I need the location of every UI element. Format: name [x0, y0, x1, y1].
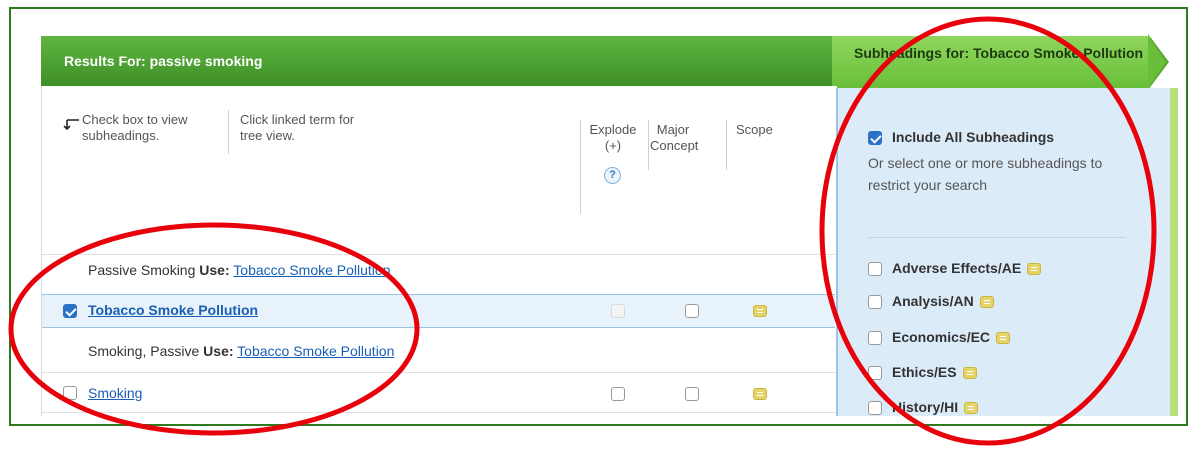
include-all-label: Include All Subheadings: [892, 129, 1055, 145]
row-divider: [42, 412, 835, 413]
arrow-left-icon: [63, 119, 79, 131]
scope-column-header: Scope: [736, 122, 773, 137]
row-divider: [42, 254, 835, 255]
entry-term-row: Smoking, Passive Use: Tobacco Smoke Poll…: [88, 343, 688, 359]
results-header-title: Results For: passive smoking: [64, 53, 263, 69]
subheading-item[interactable]: Economics/EC: [868, 329, 1011, 346]
use-label: Use:: [203, 343, 234, 359]
scope-note-icon[interactable]: [979, 296, 994, 309]
subheading-label: Economics/EC: [892, 329, 991, 345]
subheadings-header: Subheadings for: Tobacco Smoke Pollution: [832, 36, 1150, 88]
subheading-label: Analysis/AN: [892, 293, 974, 309]
major-concept-checkbox[interactable]: [685, 304, 699, 318]
tobacco-smoke-pollution-term-link[interactable]: Tobacco Smoke Pollution: [88, 302, 258, 318]
entry-term-label: Smoking, Passive: [88, 343, 204, 359]
scope-note-icon[interactable]: [996, 332, 1011, 345]
click-term-instructions: Click linked term for tree view.: [240, 112, 355, 143]
explode-checkbox[interactable]: [611, 387, 625, 401]
subheadings-arrow: [1148, 36, 1166, 88]
entry-term-row: Passive Smoking Use: Tobacco Smoke Pollu…: [88, 262, 688, 278]
include-all-checkbox[interactable]: [868, 131, 882, 146]
subheading-label: Ethics/ES: [892, 364, 957, 380]
subheadings-instructions: Or select one or more subheadings to res…: [868, 155, 1103, 193]
check-box-instructions: Check box to view subheadings.: [82, 112, 188, 143]
subheading-item[interactable]: History/HI: [868, 399, 979, 416]
tobacco-smoke-pollution-link[interactable]: Tobacco Smoke Pollution: [233, 262, 390, 278]
help-icon-label: ?: [609, 169, 616, 181]
scope-note-icon[interactable]: [1027, 263, 1042, 276]
subheadings-header-title: Subheadings for: Tobacco Smoke Pollution: [854, 45, 1144, 61]
subheading-checkbox[interactable]: [868, 366, 882, 381]
explode-checkbox: [611, 304, 625, 318]
explode-column-header: Explode (+): [589, 122, 637, 153]
results-header: Results For: passive smoking: [41, 36, 841, 86]
smoking-term-link[interactable]: Smoking: [88, 385, 142, 401]
tobacco-smoke-pollution-link[interactable]: Tobacco Smoke Pollution: [237, 343, 394, 359]
subheading-label: Adverse Effects/AE: [892, 260, 1022, 276]
panel-edge-bar: [1170, 88, 1178, 416]
explode-column-divider: [580, 120, 581, 214]
subheading-item[interactable]: Analysis/AN: [868, 293, 994, 310]
subheading-label: History/HI: [892, 399, 959, 415]
subheading-item[interactable]: Adverse Effects/AE: [868, 260, 1042, 277]
subheading-checkbox[interactable]: [868, 262, 882, 277]
subheading-checkbox[interactable]: [868, 401, 882, 416]
major-column-divider: [648, 120, 649, 170]
instructions-divider: [228, 110, 229, 154]
help-icon[interactable]: ?: [604, 167, 621, 184]
row-divider: [42, 372, 835, 373]
scope-note-icon[interactable]: [753, 388, 767, 400]
subheading-item[interactable]: Ethics/ES: [868, 364, 977, 381]
scope-column-divider: [726, 120, 727, 170]
include-all-subheadings-option[interactable]: Include All Subheadings: [868, 129, 1055, 146]
major-concept-checkbox[interactable]: [685, 387, 699, 401]
major-concept-column-header: Major Concept: [650, 122, 699, 153]
scope-note-icon[interactable]: [962, 367, 977, 380]
subheading-checkbox[interactable]: [868, 295, 882, 310]
subheadings-divider: [868, 237, 1126, 238]
scope-note-icon[interactable]: [753, 305, 767, 317]
tobacco-smoke-pollution-checkbox[interactable]: [63, 304, 77, 318]
scope-note-icon[interactable]: [964, 402, 979, 415]
entry-term-label: Passive Smoking: [88, 262, 200, 278]
smoking-checkbox[interactable]: [63, 386, 77, 400]
subheading-checkbox[interactable]: [868, 331, 882, 346]
use-label: Use:: [199, 262, 230, 278]
